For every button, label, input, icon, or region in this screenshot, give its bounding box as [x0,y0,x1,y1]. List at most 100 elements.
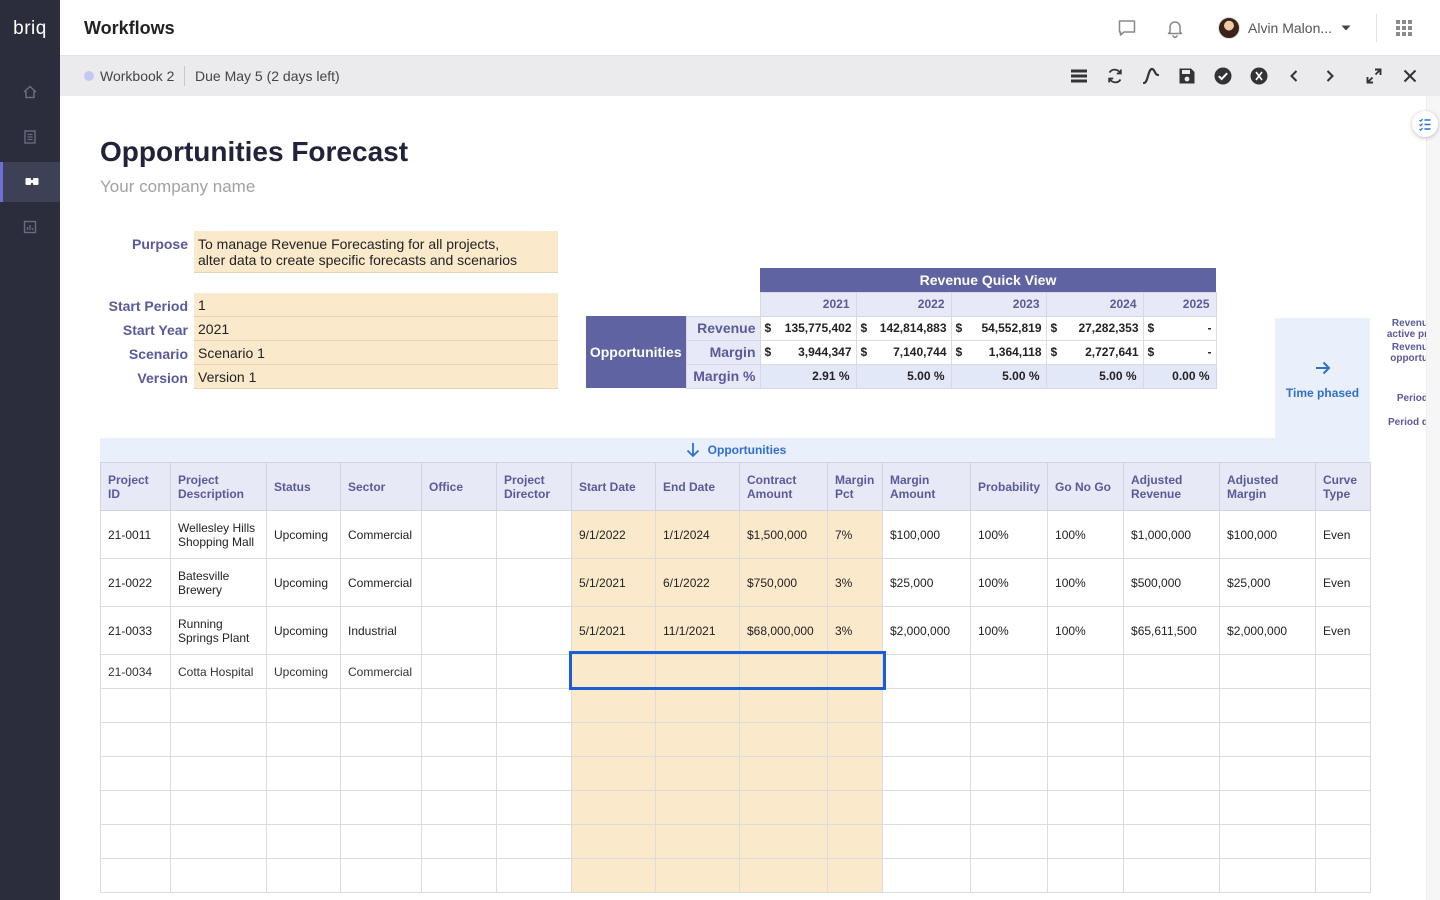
column-header[interactable]: Office [421,462,497,511]
cell-status[interactable]: Upcoming [266,606,341,655]
cell-adjusted-margin[interactable]: $25,000 [1219,558,1317,607]
cell-director[interactable] [496,558,572,607]
cell-director[interactable] [496,606,572,655]
cell-description[interactable]: Cotta Hospital [170,654,267,689]
cell-project-id[interactable]: 21-0022 [100,558,171,607]
nav-home[interactable] [0,72,60,112]
cell-director[interactable] [496,510,572,559]
cell-adjusted-revenue[interactable] [1123,654,1221,689]
cell-margin-amount[interactable]: $2,000,000 [882,606,971,655]
cell-status[interactable]: Upcoming [266,510,341,559]
cell-adjusted-margin[interactable]: $100,000 [1219,510,1317,559]
approve-button[interactable] [1211,64,1235,88]
cell-curve-type[interactable] [1315,654,1372,689]
nav-documents[interactable] [0,117,60,157]
cell-start-date[interactable]: 9/1/2022 [571,510,656,559]
column-header[interactable]: Curve Type [1315,462,1372,511]
purpose-value[interactable]: To manage Revenue Forecasting for all pr… [194,231,558,273]
start-period-field[interactable]: 1 [194,293,558,317]
nav-workflows[interactable] [0,162,60,202]
cell-contract-amount[interactable]: $68,000,000 [739,606,828,655]
column-header[interactable]: Adjusted Revenue [1123,462,1221,511]
list-button[interactable] [1067,64,1091,88]
cell-adjusted-revenue[interactable]: $65,611,500 [1123,606,1221,655]
expand-button[interactable] [1362,64,1386,88]
company-name[interactable]: Your company name [100,177,255,197]
cell-project-id[interactable]: 21-0011 [100,510,171,559]
column-header[interactable]: Project ID [100,462,171,511]
column-header[interactable]: Margin Amount [882,462,971,511]
apps-button[interactable] [1392,16,1416,40]
cell-curve-type[interactable]: Even [1315,510,1372,559]
cell-contract-amount[interactable] [739,654,828,689]
cell-status[interactable]: Upcoming [266,654,341,689]
user-menu[interactable]: Alvin Malon... [1218,16,1352,40]
cell-adjusted-revenue[interactable]: $500,000 [1123,558,1221,607]
next-button[interactable] [1318,64,1342,88]
formula-button[interactable] [1139,64,1163,88]
nav-reports[interactable] [0,207,60,247]
cell-adjusted-revenue[interactable]: $1,000,000 [1123,510,1221,559]
column-header[interactable]: Adjusted Margin [1219,462,1317,511]
save-button[interactable] [1175,64,1199,88]
cell-sector[interactable]: Commercial [340,654,422,689]
workbook-name[interactable]: Workbook 2 [84,68,174,84]
column-header[interactable]: Project Director [496,462,572,511]
cell-go-no-go[interactable]: 100% [1047,510,1125,559]
comments-button[interactable] [1115,16,1139,40]
column-header[interactable]: Go No Go [1047,462,1125,511]
notifications-button[interactable] [1163,16,1187,40]
cell-margin-pct[interactable]: 3% [827,558,883,607]
column-header[interactable]: Sector [340,462,422,511]
cell-end-date[interactable]: 6/1/2022 [655,558,740,607]
column-header[interactable]: Status [266,462,341,511]
scenario-field[interactable]: Scenario 1 [194,341,558,365]
info-button[interactable] [1247,64,1271,88]
cell-office[interactable] [421,510,497,559]
cell-director[interactable] [496,654,572,689]
cell-project-id[interactable]: 21-0034 [100,654,171,689]
cell-margin-pct[interactable]: 7% [827,510,883,559]
close-button[interactable] [1398,64,1422,88]
cell-office[interactable] [421,654,497,689]
cell-margin-amount[interactable]: $100,000 [882,510,971,559]
cell-start-date[interactable]: 5/1/2021 [571,606,656,655]
cell-curve-type[interactable]: Even [1315,606,1372,655]
version-field[interactable]: Version 1 [194,365,558,389]
cell-end-date[interactable]: 11/1/2021 [655,606,740,655]
cell-description[interactable]: Running Springs Plant [170,606,267,655]
cell-go-no-go[interactable] [1047,654,1125,689]
column-header[interactable]: Contract Amount [739,462,828,511]
cell-end-date[interactable] [655,654,740,689]
cell-adjusted-margin[interactable] [1219,654,1317,689]
cell-start-date[interactable] [571,654,656,689]
cell-go-no-go[interactable]: 100% [1047,606,1125,655]
cell-probability[interactable] [969,654,1049,689]
cell-sector[interactable]: Commercial [340,558,422,607]
cell-contract-amount[interactable]: $1,500,000 [739,510,828,559]
cell-margin-amount[interactable] [882,654,971,689]
previous-button[interactable] [1282,64,1306,88]
opportunities-section-toggle[interactable]: Opportunities [100,438,1370,462]
column-header[interactable]: End Date [655,462,740,511]
column-header[interactable]: Start Date [571,462,656,511]
cell-margin-pct[interactable]: 3% [827,606,883,655]
cell-curve-type[interactable]: Even [1315,558,1372,607]
column-header[interactable]: Project Description [170,462,267,511]
column-header[interactable]: Probability [969,462,1049,511]
cell-probability[interactable]: 100% [969,510,1049,559]
refresh-button[interactable] [1103,64,1127,88]
start-year-field[interactable]: 2021 [194,317,558,341]
cell-status[interactable]: Upcoming [266,558,341,607]
cell-probability[interactable]: 100% [969,558,1049,607]
time-phased-button[interactable]: Time phased [1275,318,1370,438]
cell-probability[interactable]: 100% [969,606,1049,655]
cell-adjusted-margin[interactable]: $2,000,000 [1219,606,1317,655]
cell-go-no-go[interactable]: 100% [1047,558,1125,607]
cell-sector[interactable]: Commercial [340,510,422,559]
cell-sector[interactable]: Industrial [340,606,422,655]
cell-margin-amount[interactable]: $25,000 [882,558,971,607]
side-panel-toggle[interactable] [1412,111,1438,137]
cell-office[interactable] [421,558,497,607]
cell-margin-pct[interactable] [827,654,883,689]
